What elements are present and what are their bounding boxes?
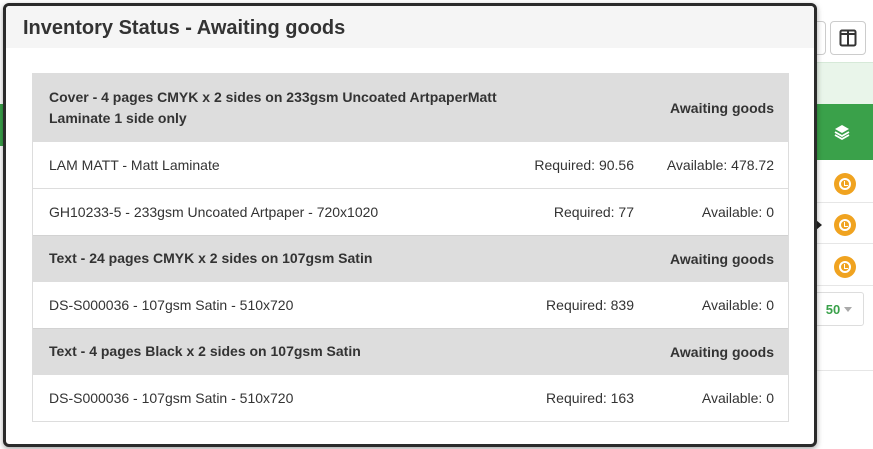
group-header-row: Cover - 4 pages CMYK x 2 sides on 233gsm… bbox=[33, 74, 788, 141]
page-size-select[interactable]: 50 bbox=[814, 292, 864, 326]
background-row bbox=[814, 165, 873, 203]
chevron-down-icon bbox=[844, 306, 853, 312]
group-header-row: Text - 4 pages Black x 2 sides on 107gsm… bbox=[33, 328, 788, 374]
layout-toggle-icon bbox=[839, 29, 857, 47]
item-description: LAM MATT - Matt Laminate bbox=[49, 156, 220, 173]
item-required: Required: 839 bbox=[546, 297, 634, 313]
group-description: Text - 24 pages CMYK x 2 sides on 107gsm… bbox=[49, 250, 373, 266]
modal-header: Inventory Status - Awaiting goods bbox=[6, 6, 814, 48]
group-status: Awaiting goods bbox=[670, 250, 774, 267]
item-required: Required: 163 bbox=[546, 390, 634, 406]
layers-icon bbox=[834, 125, 850, 141]
table-row: DS-S000036 - 107gsm Satin - 510x720 Requ… bbox=[33, 281, 788, 328]
group-description: Cover - 4 pages CMYK x 2 sides on 233gsm… bbox=[49, 88, 497, 126]
clock-icon bbox=[839, 261, 851, 273]
clock-icon bbox=[839, 178, 851, 190]
item-available: Available: 478.72 bbox=[666, 157, 774, 173]
inventory-status-modal: Inventory Status - Awaiting goods Cover … bbox=[3, 3, 817, 447]
background-highlight-band bbox=[814, 62, 873, 104]
status-clock-button[interactable] bbox=[834, 214, 856, 236]
item-required: Required: 90.56 bbox=[534, 157, 634, 173]
clock-icon bbox=[839, 219, 851, 231]
item-description: GH10233-5 - 233gsm Uncoated Artpaper - 7… bbox=[49, 203, 379, 220]
modal-body: Cover - 4 pages CMYK x 2 sides on 233gsm… bbox=[6, 48, 814, 422]
divider bbox=[814, 370, 873, 371]
table-row: GH10233-5 - 233gsm Uncoated Artpaper - 7… bbox=[33, 188, 788, 235]
table-row: DS-S000036 - 107gsm Satin - 510x720 Requ… bbox=[33, 374, 788, 421]
group-status: Awaiting goods bbox=[670, 99, 774, 116]
item-required: Required: 77 bbox=[553, 204, 634, 220]
layers-button[interactable] bbox=[814, 104, 873, 160]
status-clock-button[interactable] bbox=[834, 256, 856, 278]
group-header-row: Text - 24 pages CMYK x 2 sides on 107gsm… bbox=[33, 235, 788, 281]
group-status: Awaiting goods bbox=[670, 343, 774, 360]
table-row: LAM MATT - Matt Laminate Required: 90.56… bbox=[33, 141, 788, 188]
item-description: DS-S000036 - 107gsm Satin - 510x720 bbox=[49, 296, 294, 313]
status-clock-button[interactable] bbox=[834, 173, 856, 195]
layout-toggle-button[interactable] bbox=[830, 21, 866, 55]
group-description: Text - 4 pages Black x 2 sides on 107gsm… bbox=[49, 343, 361, 359]
page-size-value: 50 bbox=[825, 301, 841, 317]
inventory-table: Cover - 4 pages CMYK x 2 sides on 233gsm… bbox=[32, 73, 789, 422]
item-available: Available: 0 bbox=[701, 204, 774, 220]
background-row bbox=[814, 206, 873, 244]
background-row bbox=[814, 248, 873, 286]
item-description: DS-S000036 - 107gsm Satin - 510x720 bbox=[49, 389, 294, 406]
item-available: Available: 0 bbox=[701, 297, 774, 313]
item-available: Available: 0 bbox=[701, 390, 774, 406]
modal-title: Inventory Status - Awaiting goods bbox=[23, 17, 346, 39]
